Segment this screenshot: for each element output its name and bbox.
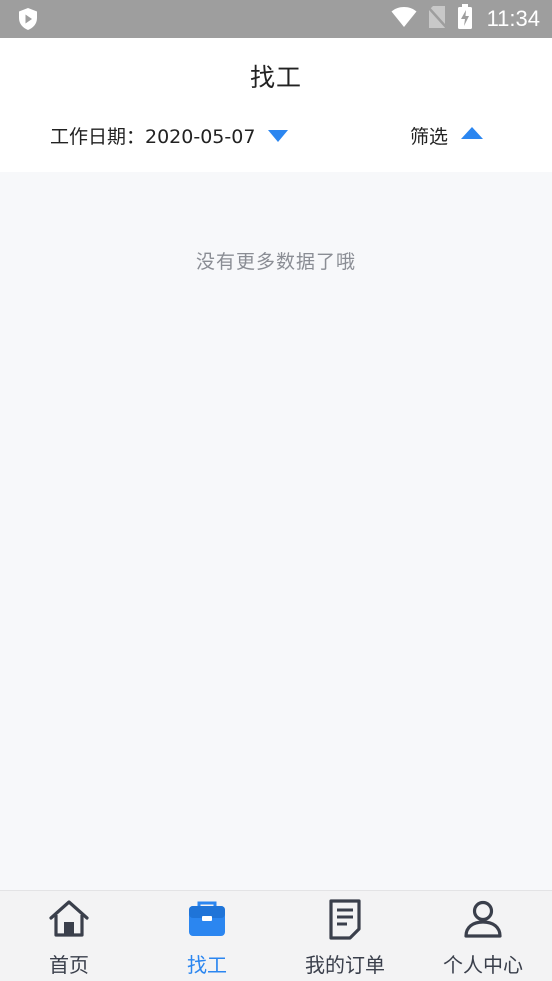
- no-sim-icon: [426, 5, 447, 33]
- page-header: 找工 工作日期：2020-05-07 筛选: [0, 38, 552, 172]
- tab-find-work[interactable]: 找工: [138, 891, 276, 981]
- screen-filter-label: 筛选: [410, 125, 449, 148]
- tab-profile[interactable]: 个人中心: [414, 891, 552, 981]
- empty-list-message: 没有更多数据了哦: [195, 251, 356, 273]
- tab-home-label: 首页: [49, 953, 89, 977]
- bottom-tab-bar: 首页 找工 我的订单 个人中心: [0, 890, 552, 981]
- app-screen: 11:34 找工 工作日期：2020-05-07 筛选 没有更多数据了哦 首页 …: [0, 0, 552, 981]
- caret-down-icon: [267, 128, 289, 147]
- wifi-icon: [391, 6, 417, 32]
- status-time: 11:34: [486, 6, 540, 31]
- order-document-icon: [323, 897, 367, 941]
- briefcase-icon: [185, 897, 229, 941]
- battery-charging-icon: [457, 4, 473, 34]
- tab-my-orders[interactable]: 我的订单: [276, 891, 414, 981]
- status-bar: 11:34: [0, 0, 552, 38]
- caret-up-icon: [460, 125, 484, 144]
- page-title: 找工: [249, 63, 302, 92]
- work-date-label: 工作日期：2020-05-07: [50, 125, 256, 148]
- screen-filter-button[interactable]: 筛选: [410, 120, 484, 150]
- work-date-filter[interactable]: 工作日期：2020-05-07: [50, 120, 289, 150]
- home-icon: [47, 897, 91, 941]
- person-icon: [461, 897, 505, 941]
- tab-find-work-label: 找工: [187, 953, 227, 977]
- tab-my-orders-label: 我的订单: [305, 953, 385, 977]
- tab-home[interactable]: 首页: [0, 891, 138, 981]
- job-list: 没有更多数据了哦: [0, 172, 552, 890]
- tab-profile-label: 个人中心: [443, 953, 523, 977]
- app-shield-icon: [16, 7, 40, 31]
- status-icons: 11:34: [391, 0, 540, 38]
